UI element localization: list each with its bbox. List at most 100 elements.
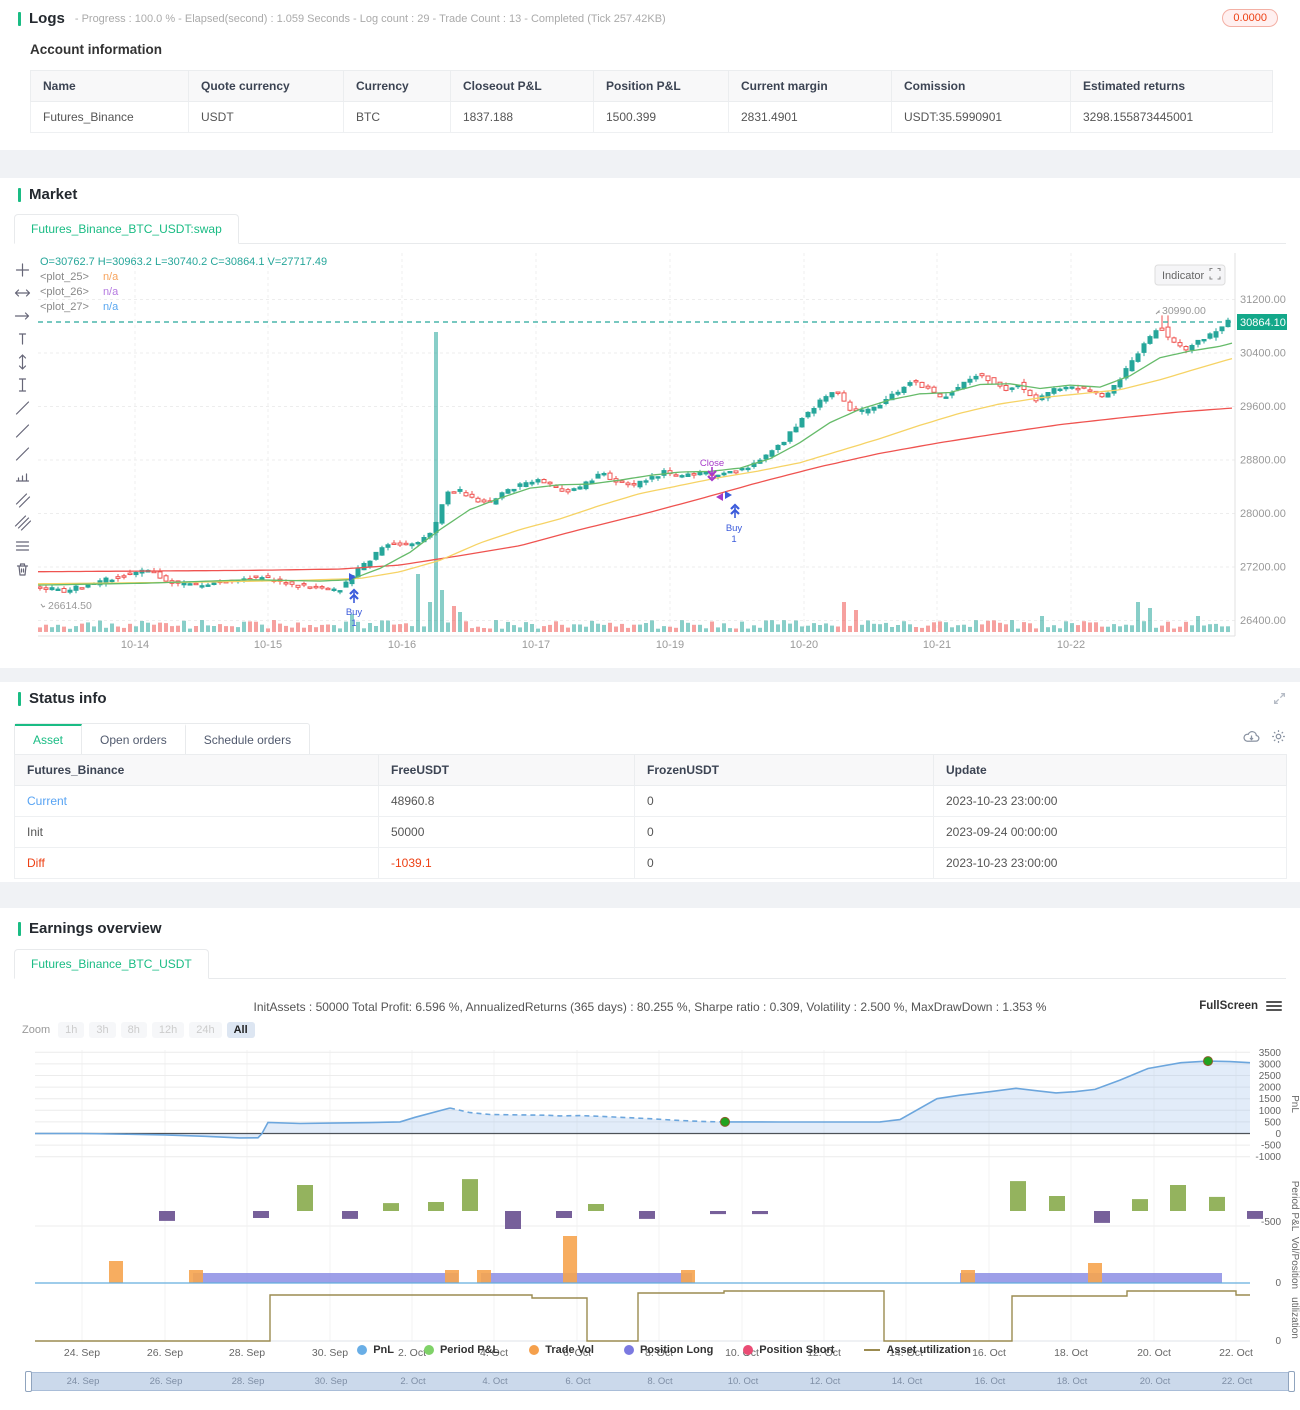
market-header: Market <box>18 186 77 203</box>
table-row: Futures_Binance USDT BTC 1837.188 1500.399 28… <box>30 101 1273 133</box>
slider-handle-right[interactable] <box>1288 1371 1295 1392</box>
pnl-tick: -1000 <box>1255 1152 1281 1163</box>
menu-icon[interactable] <box>1266 999 1282 1013</box>
slider-date-label: 20. Oct <box>1139 1376 1171 1387</box>
table-cell: USDT:35.5990901 <box>891 101 1071 133</box>
datazoom-slider[interactable]: 24. Sep 26. Sep 28. Sep 30. Sep 2. Oct 4. Oct… <box>25 1371 1295 1392</box>
current-price-label: 30864.10 <box>1237 314 1287 330</box>
earnings-stats: InitAssets : 50000 Total Profit: 6.596 %… <box>253 1000 1047 1014</box>
slider-date-label: 2. Oct <box>400 1376 426 1387</box>
ray-line-icon[interactable] <box>14 446 32 462</box>
slider-date-label: 24. Sep <box>66 1376 100 1387</box>
earnings-title: Earnings overview <box>29 920 162 937</box>
vertical-tick-icon[interactable] <box>14 331 32 347</box>
price-tick: 28800.00 <box>1240 455 1286 467</box>
table-cell: 2023-10-23 23:00:00 <box>933 785 1287 817</box>
logs-progress-text: - Progress : 100.0 % - Elapsed(second) :… <box>74 12 666 25</box>
asset-utilization-line <box>35 1290 1250 1342</box>
horizontal-ray-icon[interactable] <box>14 308 32 324</box>
date-tick: 10-14 <box>121 639 149 651</box>
trash-icon[interactable] <box>14 561 32 577</box>
zoom-label: Zoom <box>22 1024 51 1036</box>
gear-icon[interactable] <box>1271 729 1286 749</box>
earnings-accent-bar <box>18 921 21 936</box>
date-tick: 10-17 <box>522 639 550 651</box>
trend-line-icon[interactable] <box>14 400 32 416</box>
pnl-tick: 2000 <box>1259 1083 1282 1094</box>
status-accent-bar <box>18 691 21 706</box>
table-cell[interactable]: Current <box>14 785 379 817</box>
svg-text:30864.10: 30864.10 <box>1240 317 1286 329</box>
zoom-option-8h[interactable]: 8h <box>120 1022 147 1038</box>
earnings-chart-canvas[interactable]: 3500300025002000150010005000-500-1000-50… <box>28 1048 1300 1393</box>
tab-asset[interactable]: Asset <box>15 724 83 754</box>
pnl-marker-dot <box>1203 1056 1213 1067</box>
height-ruler-icon[interactable] <box>14 377 32 393</box>
fullscreen-control[interactable]: FullScreen <box>1199 999 1282 1013</box>
table-cell: 50000 <box>378 816 635 848</box>
market-chart[interactable]: 30864.10 31200.00 30400.00 29600.00 28800.00… <box>37 245 1290 663</box>
table-cell: 48960.8 <box>378 785 635 817</box>
multi-lines-icon[interactable] <box>14 515 32 531</box>
indicator-button[interactable]: Indicator <box>1154 264 1226 286</box>
double-arrow-icon[interactable] <box>14 285 32 301</box>
pnl-tick: 1500 <box>1259 1094 1282 1105</box>
zoom-option-1h[interactable]: 1h <box>58 1022 85 1038</box>
fullscreen-label[interactable]: FullScreen <box>1199 1000 1258 1012</box>
pnl-area <box>35 1061 1250 1138</box>
svg-text:1: 1 <box>351 618 356 629</box>
slider-date-label: 18. Oct <box>1056 1376 1088 1387</box>
legend-item-trade-vol[interactable]: Trade Vol <box>529 1344 594 1356</box>
align-lines-icon[interactable] <box>14 538 32 554</box>
position-long-band <box>481 1273 692 1283</box>
price-tick: 31200.00 <box>1240 294 1286 306</box>
legend-item-asset-utilization[interactable]: Asset utilization <box>864 1344 971 1356</box>
vertical-arrow-icon[interactable] <box>14 354 32 370</box>
pnl-tick: 2500 <box>1259 1071 1282 1082</box>
plot-row: <plot_26> n/a <box>40 286 119 298</box>
zoom-option-all[interactable]: All <box>226 1022 255 1038</box>
tab-schedule-orders[interactable]: Schedule orders <box>186 724 309 754</box>
column-header: Current margin <box>728 70 892 102</box>
slider-date-label: 16. Oct <box>974 1376 1006 1387</box>
parallel-lines-icon[interactable] <box>14 492 32 508</box>
slider-date-label: 4. Oct <box>482 1376 508 1387</box>
slider-date-label: 14. Oct <box>891 1376 923 1387</box>
legend-line-icon <box>864 1349 881 1351</box>
table-cell: Diff <box>14 847 379 879</box>
slider-date-label: 8. Oct <box>647 1376 673 1387</box>
account-table: Name Quote currency Currency Closeout P&L Po… <box>30 70 1273 133</box>
tab-open-orders[interactable]: Open orders <box>82 724 186 754</box>
table-cell: BTC <box>343 101 451 133</box>
measure-ruler-icon[interactable] <box>14 469 32 485</box>
legend-item-period-p&l[interactable]: Period P&L <box>423 1344 499 1356</box>
svg-text:Buy: Buy <box>726 523 743 534</box>
period-tick: -500 <box>1261 1217 1281 1228</box>
zoom-option-24h[interactable]: 24h <box>189 1022 222 1038</box>
zoom-option-12h[interactable]: 12h <box>151 1022 185 1038</box>
status-header: Status info <box>18 690 107 707</box>
tab-earnings-symbol[interactable]: Futures_Binance_BTC_USDT <box>14 949 209 979</box>
section-divider <box>0 150 1300 178</box>
legend-item-position-long[interactable]: Position Long <box>623 1344 713 1356</box>
legend-item-pnl[interactable]: PnL <box>357 1344 394 1356</box>
cloud-sync-icon[interactable] <box>1243 729 1260 749</box>
trade-vol-bar <box>1088 1263 1102 1283</box>
tab-market-symbol[interactable]: Futures_Binance_BTC_USDT:swap <box>14 214 239 244</box>
trade-vol-bar <box>477 1270 491 1283</box>
table-cell: 2023-09-24 00:00:00 <box>933 816 1287 848</box>
diagonal-line-icon[interactable] <box>14 423 32 439</box>
slider-handle-left[interactable] <box>25 1371 32 1392</box>
account-table-wrap: Name Quote currency Currency Closeout P&L Po… <box>30 70 1273 133</box>
position-long-band <box>193 1273 458 1283</box>
high-annotation: 30990.00 <box>1155 305 1206 317</box>
axis-name: utilization <box>1289 1297 1300 1339</box>
legend-item-position-short[interactable]: Position Short <box>743 1344 834 1356</box>
logs-header: Logs - Progress : 100.0 % - Elapsed(seco… <box>18 10 666 27</box>
slider-date-label: 10. Oct <box>727 1376 759 1387</box>
trade-vol-bar <box>681 1270 695 1283</box>
column-header: Estimated returns <box>1070 70 1273 102</box>
zoom-option-3h[interactable]: 3h <box>89 1022 116 1038</box>
collapse-icon[interactable] <box>1273 692 1286 710</box>
cross-cursor-icon[interactable] <box>14 262 32 278</box>
